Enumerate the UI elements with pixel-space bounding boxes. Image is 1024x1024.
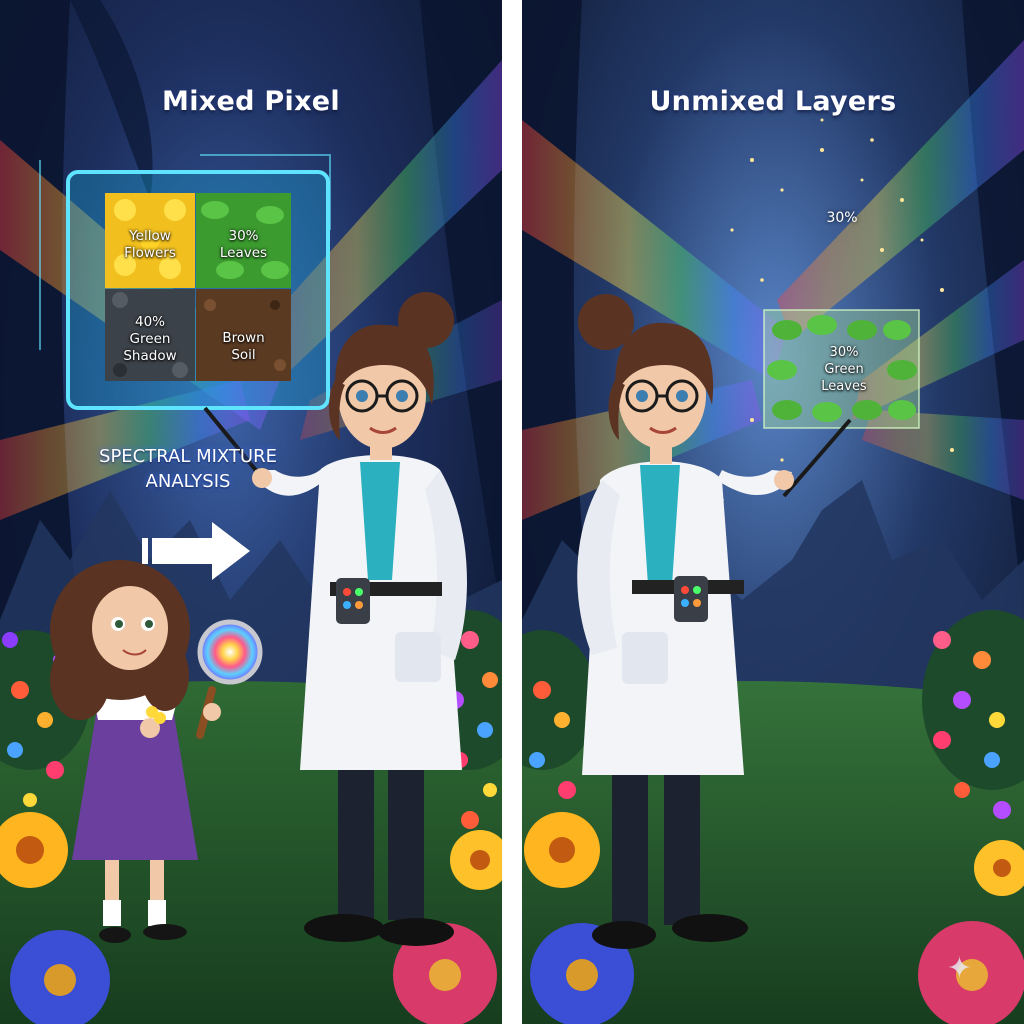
green-shadow-label: 40% Green Shadow [123, 314, 177, 364]
unmixed-layers-panel: Unmixed Layers 30% 30% Green Leaves ✦ [522, 0, 1024, 1024]
foreground-flower-yellow [524, 812, 600, 888]
spectral-mixture-caption: SPECTRAL MIXTURE ANALYSIS [99, 446, 277, 492]
sparkle-icon: ✦ [946, 951, 972, 986]
mixed-pixel-scene [0, 0, 502, 1024]
mixed-pixel-title: Mixed Pixel [162, 86, 340, 117]
mixed-pixel-frame [39, 154, 331, 410]
mixed-pixel-panel: Mixed Pixel Yellow Flowers 30% Leaves 40… [0, 0, 502, 1024]
floating-percent-label: 30% [826, 210, 858, 226]
yellow-flowers-label: Yellow Flowers [124, 228, 176, 261]
leaves-label: 30% Leaves [219, 228, 268, 261]
panel-divider [502, 0, 522, 1024]
illustration-canvas: Mixed Pixel Yellow Flowers 30% Leaves 40… [0, 0, 1024, 1024]
brown-soil-label: Brown Soil [222, 330, 265, 363]
unmixed-layers-scene [522, 0, 1024, 1024]
unmixed-layers-title: Unmixed Layers [649, 86, 897, 117]
green-leaves-layer-label: 30% Green Leaves [821, 345, 867, 394]
